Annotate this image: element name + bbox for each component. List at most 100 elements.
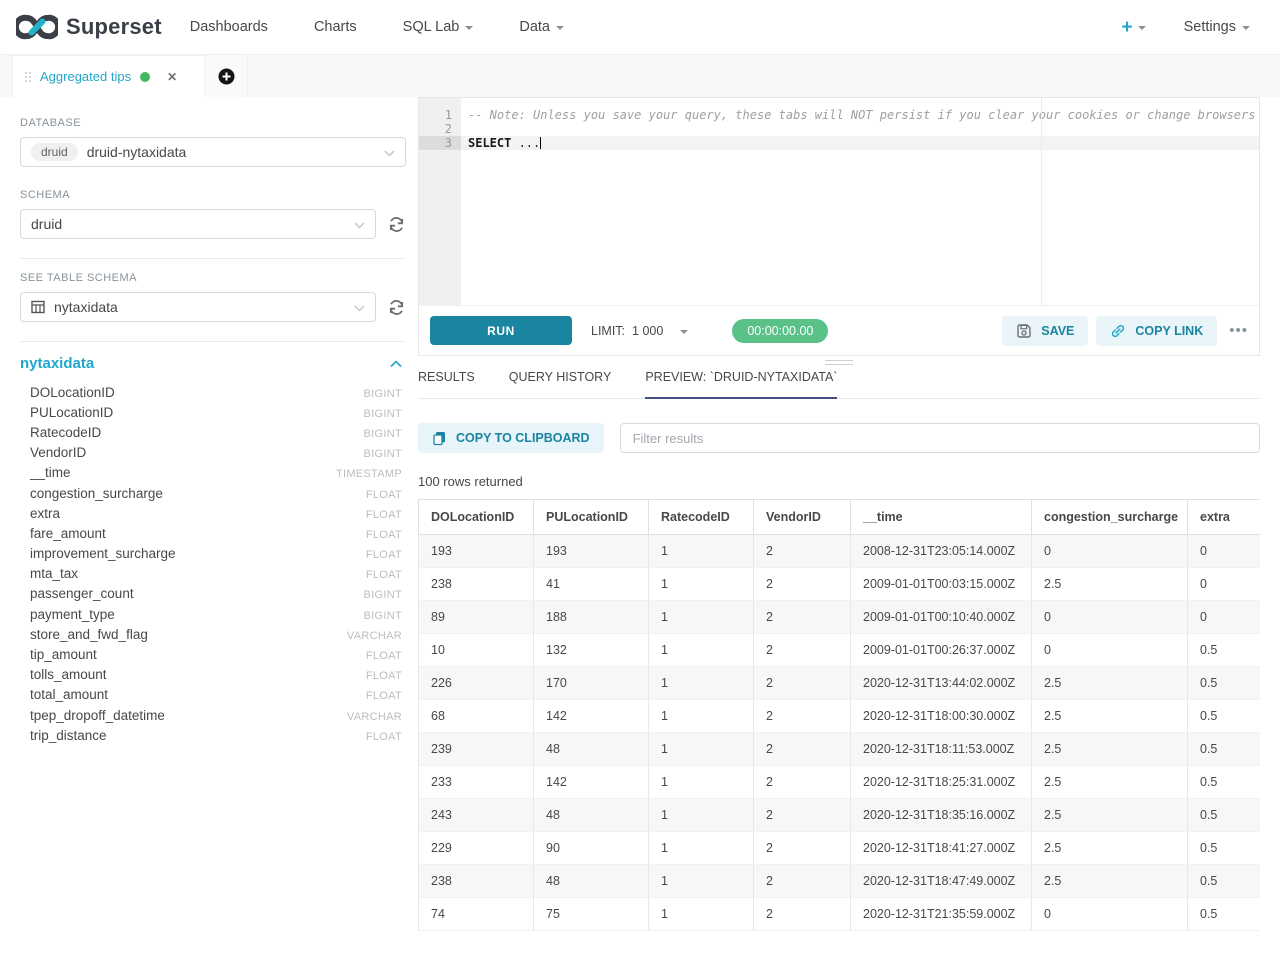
divider: [20, 341, 406, 342]
table-cell: 2.5: [1032, 568, 1188, 601]
column-header[interactable]: extra: [1188, 500, 1261, 535]
table-cell: 0.5: [1188, 931, 1261, 932]
tab-results[interactable]: RESULTS: [418, 370, 475, 399]
database-select[interactable]: druid druid-nytaxidata: [20, 137, 406, 167]
save-button[interactable]: SAVE: [1002, 316, 1088, 346]
run-button[interactable]: RUN: [430, 316, 572, 345]
superset-brand[interactable]: Superset: [16, 12, 162, 42]
more-options-icon[interactable]: •••: [1229, 322, 1248, 339]
close-icon[interactable]: ✕: [167, 70, 177, 84]
column-type: FLOAT: [366, 690, 402, 702]
refresh-schema-icon[interactable]: [387, 215, 406, 234]
query-tab-label[interactable]: Aggregated tips: [40, 69, 131, 84]
column-name: VendorID: [30, 445, 86, 460]
table-row: 22990122020-12-31T18:41:27.000Z2.50.5: [419, 832, 1261, 865]
refresh-table-icon[interactable]: [387, 298, 406, 317]
drag-handle-icon[interactable]: [25, 72, 31, 82]
table-cell: 75: [534, 898, 649, 931]
nav-item-charts[interactable]: Charts: [314, 19, 357, 35]
column-header[interactable]: VendorID: [754, 500, 851, 535]
table-cell: 242: [419, 931, 534, 932]
limit-dropdown[interactable]: LIMIT: 1 000: [591, 324, 688, 338]
column-name: tip_amount: [30, 647, 97, 662]
column-list-item: payment_type BIGINT: [20, 604, 406, 624]
column-list-item: RatecodeID BIGINT: [20, 422, 406, 442]
plus-icon: +: [1121, 18, 1132, 37]
column-type: FLOAT: [366, 509, 402, 521]
settings-menu[interactable]: Settings: [1184, 19, 1250, 35]
table-cell: 41: [534, 568, 649, 601]
column-header[interactable]: DOLocationID: [419, 500, 534, 535]
table-cell: 74: [419, 898, 534, 931]
table-cell: 89: [419, 601, 534, 634]
results-table-container[interactable]: DOLocationIDPULocationIDRatecodeIDVendor…: [418, 499, 1260, 931]
new-item-menu[interactable]: +: [1121, 18, 1145, 37]
table-cell: 2020-12-31T18:00:30.000Z: [851, 700, 1032, 733]
column-type: FLOAT: [366, 489, 402, 501]
table-cell: 2: [754, 700, 851, 733]
column-header[interactable]: congestion_surcharge: [1032, 500, 1188, 535]
pane-resize-handle[interactable]: [418, 356, 1260, 369]
column-type: FLOAT: [366, 569, 402, 581]
column-header[interactable]: RatecodeID: [649, 500, 754, 535]
table-cell: 2.5: [1032, 865, 1188, 898]
table-cell: 0: [1188, 535, 1261, 568]
line-number: 3: [419, 136, 461, 150]
table-row: 10132122009-01-01T00:26:37.000Z00.5: [419, 634, 1261, 667]
table-cell: 233: [419, 766, 534, 799]
column-type: FLOAT: [366, 670, 402, 682]
nav-item-sql-lab[interactable]: SQL Lab: [403, 19, 474, 35]
table-row: 7475122020-12-31T21:35:59.000Z00.5: [419, 898, 1261, 931]
column-list: DOLocationID BIGINT PULocationID BIGINT …: [20, 382, 406, 745]
table-row: 193193122008-12-31T23:05:14.000Z00: [419, 535, 1261, 568]
table-cell: 0.5: [1188, 832, 1261, 865]
table-icon: [31, 300, 45, 314]
table-cell: 0.5: [1188, 667, 1261, 700]
new-tab-button[interactable]: [205, 55, 248, 97]
query-tab-aggregated-tips[interactable]: Aggregated tips ✕: [12, 55, 205, 97]
table-cell: 48: [534, 799, 649, 832]
navbar-right: + Settings: [1121, 18, 1264, 37]
sql-code-editor[interactable]: 123 -- Note: Unless you save your query,…: [419, 98, 1259, 305]
column-header[interactable]: PULocationID: [534, 500, 649, 535]
tab-preview[interactable]: PREVIEW: `DRUID-NYTAXIDATA`: [645, 370, 837, 399]
table-cell: 0.5: [1188, 634, 1261, 667]
see-table-schema-label: SEE TABLE SCHEMA: [20, 272, 406, 284]
column-list-item: improvement_surcharge FLOAT: [20, 544, 406, 564]
table-row: 233142122020-12-31T18:25:31.000Z2.50.5: [419, 766, 1261, 799]
column-type: VARCHAR: [347, 711, 402, 723]
copy-to-clipboard-button[interactable]: COPY TO CLIPBOARD: [418, 423, 604, 453]
table-row: 226170122020-12-31T13:44:02.000Z2.50.5: [419, 667, 1261, 700]
column-header[interactable]: __time: [851, 500, 1032, 535]
table-cell: 2009-01-01T00:03:15.000Z: [851, 568, 1032, 601]
table-cell: 2: [754, 865, 851, 898]
table-cell: 0: [1032, 634, 1188, 667]
plus-circle-icon: [218, 68, 235, 85]
table-schema-title[interactable]: nytaxidata: [20, 355, 94, 372]
column-list-item: tip_amount FLOAT: [20, 644, 406, 664]
table-header-row: DOLocationIDPULocationIDRatecodeIDVendor…: [419, 500, 1261, 535]
table-cell: 243: [419, 799, 534, 832]
results-table: DOLocationIDPULocationIDRatecodeIDVendor…: [418, 499, 1260, 931]
table-cell: 1: [649, 931, 754, 932]
table-cell: 2.5: [1032, 832, 1188, 865]
column-type: FLOAT: [366, 650, 402, 662]
table-cell: 1: [649, 601, 754, 634]
table-select[interactable]: nytaxidata: [20, 292, 376, 322]
column-name: store_and_fwd_flag: [30, 627, 148, 642]
nav-item-data[interactable]: Data: [519, 19, 564, 35]
table-cell: 1: [649, 733, 754, 766]
table-cell: 1: [649, 667, 754, 700]
table-cell: 238: [419, 568, 534, 601]
line-number: 2: [419, 122, 461, 136]
chevron-up-icon[interactable]: [390, 360, 402, 368]
chevron-down-icon: [1138, 26, 1146, 30]
copy-link-button[interactable]: COPY LINK: [1096, 316, 1217, 346]
nav-item-dashboards[interactable]: Dashboards: [190, 19, 268, 35]
chevron-down-icon: [556, 26, 564, 30]
filter-results-input[interactable]: [620, 423, 1260, 453]
schema-select[interactable]: druid: [20, 209, 376, 239]
column-name: __time: [30, 465, 71, 480]
tab-query-history[interactable]: QUERY HISTORY: [509, 370, 612, 399]
query-tab-strip: Aggregated tips ✕: [0, 55, 1280, 97]
